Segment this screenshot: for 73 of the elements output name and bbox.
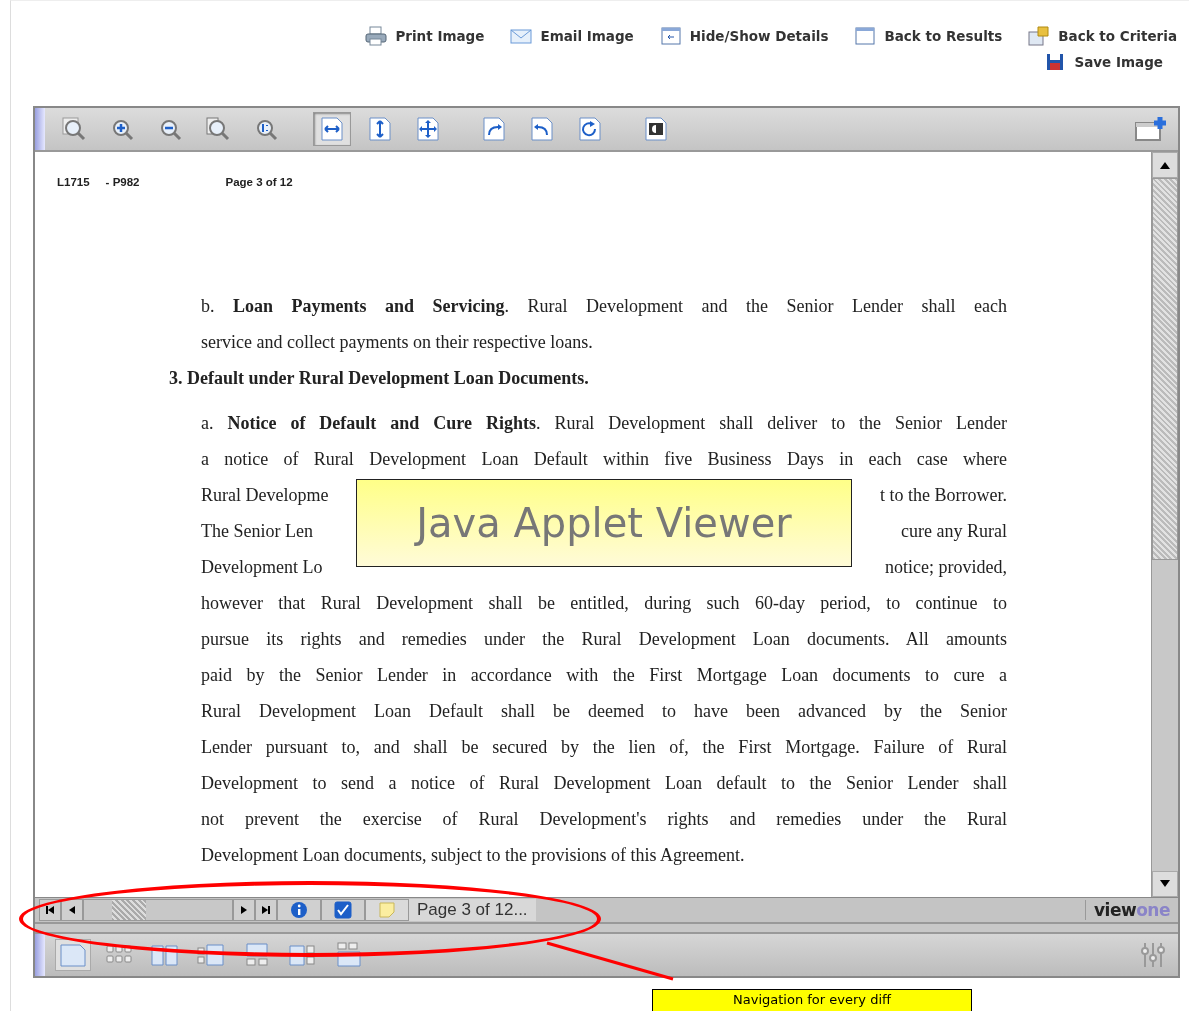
save-image-link[interactable]: Save Image [1044, 49, 1163, 75]
next-page-button[interactable] [233, 899, 255, 921]
section-heading: 3. Default under Rural Development Loan Documents. [169, 367, 590, 390]
text-line: however that Rural Development shall be entitled, during such 60-day period, to continue to [201, 592, 1007, 615]
horizontal-scrollbar[interactable] [83, 899, 233, 921]
annotations-toggle[interactable] [321, 899, 365, 921]
first-page-icon [45, 905, 55, 915]
text-line: paid by the Senior Lender in accordance with the First Mortgage Loan documents to cure a [201, 664, 1007, 687]
sticky-note-icon [379, 902, 395, 918]
text-fragment: Rural Developme [201, 484, 329, 507]
text-line: Rural Development Loan Default shall be deemed to have been advanced by the Senior [201, 700, 1007, 723]
page-thumbs-icon [334, 942, 364, 968]
page-icon [58, 942, 88, 968]
text-fragment: notice; provided, [885, 556, 1007, 579]
curved-arrow-icon [480, 116, 508, 142]
callout-note: Navigation for every diff [652, 989, 972, 1011]
single-page-button[interactable] [55, 939, 91, 971]
text-line: a. Notice of Default and Cure Rights. Rural Development shall deliver to the Senior Lender [201, 412, 1007, 435]
first-page-button[interactable] [39, 899, 61, 921]
contrast-icon [642, 116, 670, 142]
zoom-page-icon [204, 116, 232, 142]
text-line: Development to send a notice of Rural Development Loan default to the Senior Lender shall [201, 772, 1007, 795]
info-button[interactable] [277, 899, 321, 921]
print-image-link[interactable]: Print Image [365, 23, 485, 49]
move-arrows-icon [414, 116, 442, 142]
text-fragment: The Senior Len [201, 520, 313, 543]
left-triangle-icon [67, 905, 77, 915]
collapse-handle[interactable] [35, 108, 45, 150]
page-thumbs-icon [196, 942, 226, 968]
page-thumbs-icon [288, 942, 318, 968]
hide-show-details-link[interactable]: Hide/Show Details [659, 23, 829, 49]
text-line: not prevent the exercise of Rural Development's rights and remedies under the Rural [201, 808, 1007, 831]
scrollbar[interactable] [1151, 152, 1178, 897]
text-line: service and collect payments on their respective loans. [201, 331, 594, 354]
text-fragment: cure any Rural [901, 520, 1007, 543]
fit-width-button[interactable] [313, 112, 351, 146]
text-fragment: t to the Borrower. [880, 484, 1007, 507]
email-image-link[interactable]: Email Image [510, 23, 634, 49]
document-ref: - P982 [105, 176, 140, 188]
printer-icon [365, 26, 388, 46]
checkbox-icon [334, 901, 352, 919]
add-window-icon[interactable] [1134, 115, 1168, 143]
panel-icon [659, 26, 682, 46]
text-line: Lender pursuant to, and shall be secured by the lien of, the First Mortgage. Failure of Rural [201, 736, 1007, 759]
window-icon [854, 26, 877, 46]
info-icon [290, 901, 308, 919]
sticky-note-button[interactable] [365, 899, 409, 921]
last-page-icon [261, 905, 271, 915]
text-line: b. Loan Payments and Servicing. Rural Development and the Senior Lender shall each [201, 295, 1007, 318]
envelope-icon [510, 26, 533, 46]
right-triangle-icon [239, 905, 249, 915]
text-fragment: Development Lo [201, 556, 323, 579]
viewer-logo: viewone [1085, 900, 1178, 920]
zoom-area-icon [60, 116, 88, 142]
back-to-results-link[interactable]: Back to Results [854, 23, 1003, 49]
overlay-label: Java Applet Viewer [356, 479, 852, 567]
text-line: a notice of Rural Development Loan Default within five Business Days in each case where [201, 448, 1007, 471]
curved-arrow-icon [528, 116, 556, 142]
page-indicator: Page 3 of 12... [409, 899, 536, 921]
vertical-arrows-icon [366, 116, 394, 142]
text-line: pursue its rights and remedies under the Rural Development Loan documents. All amounts [201, 628, 1007, 651]
rotate-icon [576, 116, 604, 142]
up-arrow-icon[interactable] [1160, 161, 1170, 169]
horizontal-arrows-icon [318, 116, 346, 142]
document-id: L1715 [57, 176, 90, 188]
text-line: Development Loan documents, subject to the provisions of this Agreement. [201, 844, 746, 867]
expand-handle[interactable] [35, 934, 45, 976]
back-to-criteria-link[interactable]: Back to Criteria [1028, 23, 1177, 49]
previous-page-button[interactable] [61, 899, 83, 921]
sliders-icon[interactable] [1140, 941, 1166, 969]
last-page-button[interactable] [255, 899, 277, 921]
page-header: Page 3 of 12 [225, 176, 293, 188]
down-arrow-icon[interactable] [1160, 880, 1170, 888]
